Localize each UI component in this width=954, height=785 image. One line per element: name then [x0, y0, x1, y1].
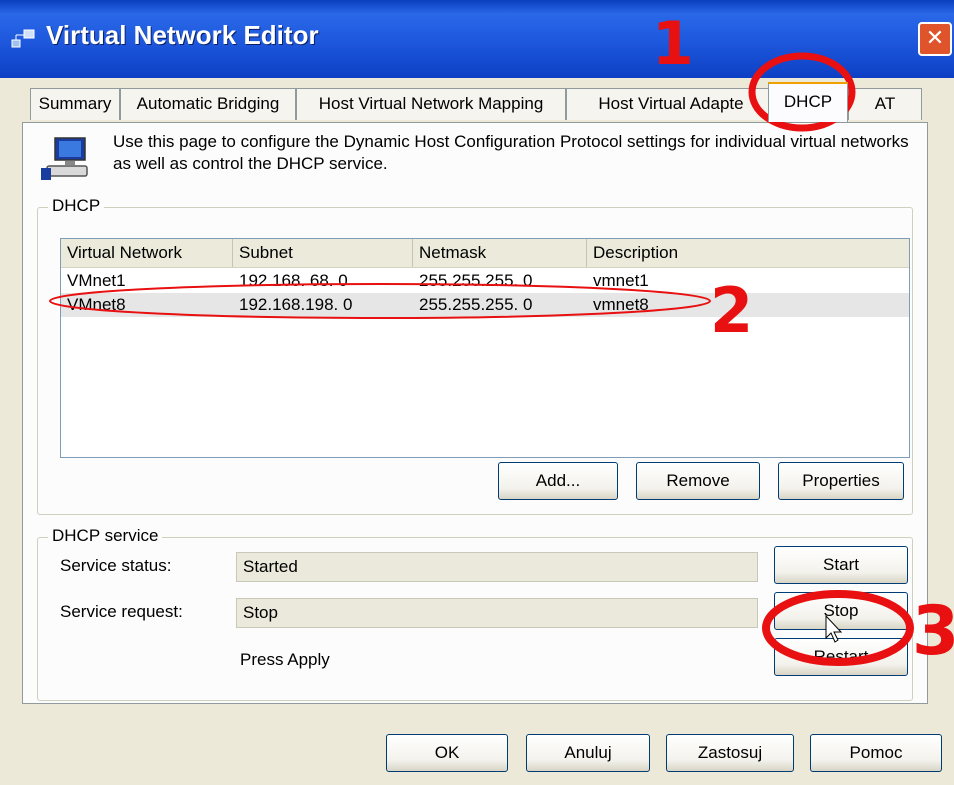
cell-virtual-network: VMnet8 [67, 295, 126, 314]
virtual-network-list[interactable]: Virtual Network Subnet Netmask Descripti… [60, 238, 910, 458]
dhcp-service-group-label: DHCP service [48, 526, 163, 546]
virtual-network-editor-window: Virtual Network Editor ✕ Summary Automat… [0, 0, 954, 785]
dhcp-group-label: DHCP [48, 196, 105, 216]
restart-button[interactable]: Restart [774, 638, 908, 676]
close-icon: ✕ [925, 26, 945, 51]
dhcp-groupbox: DHCP Virtual Network Subnet Netmask Desc… [37, 196, 913, 515]
ok-button[interactable]: OK [386, 734, 508, 772]
press-apply-note: Press Apply [240, 650, 330, 669]
cell-netmask: 255.255.255. 0 [419, 295, 533, 314]
column-subnet[interactable]: Subnet [233, 239, 413, 267]
tab-host-virtual-adapters[interactable]: Host Virtual Adapte [566, 88, 776, 120]
cancel-button[interactable]: Anuluj [526, 734, 650, 772]
column-netmask[interactable]: Netmask [413, 239, 587, 267]
cell-subnet: 192.168.198. 0 [239, 295, 353, 314]
tab-nat[interactable]: AT [848, 88, 922, 120]
computer-icon [41, 137, 88, 180]
service-request-label: Service request: [60, 602, 183, 621]
table-row-selected[interactable]: VMnet8 192.168.198. 0 255.255.255. 0 vmn… [61, 293, 909, 317]
annotation-step-3: 3 [912, 592, 954, 671]
annotation-step-1: 1 [652, 9, 694, 79]
service-status-label: Service status: [60, 556, 172, 575]
close-button[interactable]: ✕ [918, 22, 952, 56]
cell-subnet: 192.168. 68. 0 [239, 271, 348, 290]
window-title: Virtual Network Editor [46, 20, 319, 50]
apply-button[interactable]: Zastosuj [666, 734, 794, 772]
table-row[interactable]: VMnet1 192.168. 68. 0 255.255.255. 0 vmn… [61, 269, 909, 293]
info-description: Use this page to configure the Dynamic H… [113, 132, 909, 173]
cell-description: vmnet1 [593, 271, 649, 290]
cell-virtual-network: VMnet1 [67, 271, 126, 290]
dhcp-tab-panel: Use this page to configure the Dynamic H… [22, 122, 928, 704]
remove-button[interactable]: Remove [636, 462, 760, 500]
stop-button[interactable]: Stop [774, 592, 908, 630]
tab-host-virtual-network-mapping[interactable]: Host Virtual Network Mapping [296, 88, 566, 120]
add-button[interactable]: Add... [498, 462, 618, 500]
column-description[interactable]: Description [587, 239, 909, 267]
start-button[interactable]: Start [774, 546, 908, 584]
dhcp-service-groupbox: DHCP service Service status: Started Ser… [37, 526, 913, 701]
network-icon [11, 29, 35, 48]
cell-description: vmnet8 [593, 295, 649, 314]
service-status-field: Started [236, 552, 758, 582]
tab-dhcp[interactable]: DHCP [768, 82, 848, 122]
help-button[interactable]: Pomoc [810, 734, 942, 772]
service-request-field: Stop [236, 598, 758, 628]
tab-automatic-bridging[interactable]: Automatic Bridging [120, 88, 296, 120]
column-virtual-network[interactable]: Virtual Network [61, 239, 233, 267]
tab-summary[interactable]: Summary [30, 88, 120, 120]
title-bar[interactable]: Virtual Network Editor ✕ [0, 0, 954, 78]
annotation-step-2: 2 [710, 274, 754, 347]
list-header: Virtual Network Subnet Netmask Descripti… [61, 239, 909, 268]
properties-button[interactable]: Properties [778, 462, 904, 500]
cell-netmask: 255.255.255. 0 [419, 271, 533, 290]
